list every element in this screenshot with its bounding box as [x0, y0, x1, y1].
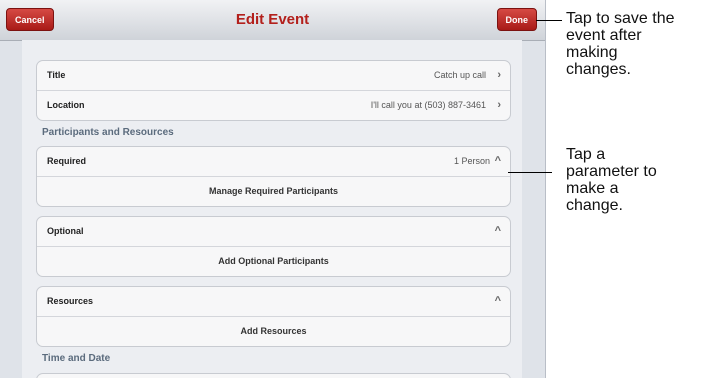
title-value: Catch up call: [433, 70, 486, 80]
callout-line-1: Tap to save the: [566, 10, 675, 27]
chevron-right-icon: ›: [497, 69, 501, 81]
chevron-right-icon: ›: [497, 99, 501, 111]
callout-line-4: changes.: [566, 61, 631, 78]
done-button[interactable]: Done: [496, 8, 537, 31]
chevron-up-icon: ^: [494, 295, 501, 307]
time-date-group: [36, 373, 511, 378]
callout-line-1: Tap a: [566, 146, 606, 163]
navigation-bar: Cancel Edit Event Done: [0, 0, 545, 41]
callout-line-2: event after: [566, 27, 642, 44]
required-count: 1 Person: [453, 156, 490, 166]
done-callout-text: Tap to save the event after making chang…: [566, 10, 675, 78]
page-title: Edit Event: [235, 11, 310, 28]
optional-group: Optional ^ Add Optional Participants: [36, 216, 511, 277]
section-header-time-date: Time and Date: [42, 353, 111, 364]
chevron-up-icon: ^: [494, 225, 501, 237]
optional-label: Optional: [47, 226, 84, 236]
location-row[interactable]: Location I'll call you at (503) 887-3461…: [37, 90, 510, 120]
chevron-up-icon: ^: [494, 155, 501, 167]
optional-row[interactable]: Optional ^: [37, 217, 510, 246]
parameter-callout-text: Tap a parameter to make a change.: [566, 146, 657, 214]
ipad-screen: Cancel Edit Event Done Title Catch up ca…: [0, 0, 546, 378]
parameter-callout-line: [508, 172, 552, 173]
callout-line-3: make a: [566, 180, 619, 197]
event-details-group: Title Catch up call › Location I'll call…: [36, 60, 511, 121]
done-callout-line: [536, 20, 562, 21]
resources-group: Resources ^ Add Resources: [36, 286, 511, 347]
section-header-participants: Participants and Resources: [42, 127, 174, 138]
event-form: Title Catch up call › Location I'll call…: [22, 40, 522, 378]
resources-label: Resources: [47, 296, 94, 306]
resources-row[interactable]: Resources ^: [37, 287, 510, 316]
add-resources-button[interactable]: Add Resources: [37, 316, 510, 346]
callout-line-4: change.: [566, 197, 623, 214]
required-group: Required 1 Person ^ Manage Required Part…: [36, 146, 511, 207]
title-label: Title: [47, 70, 66, 80]
add-optional-participants-button[interactable]: Add Optional Participants: [37, 246, 510, 276]
title-row[interactable]: Title Catch up call ›: [37, 61, 510, 90]
required-row[interactable]: Required 1 Person ^: [37, 147, 510, 176]
callout-line-2: parameter to: [566, 163, 657, 180]
location-label: Location: [47, 100, 85, 110]
location-value: I'll call you at (503) 887-3461: [370, 100, 486, 110]
required-label: Required: [47, 156, 87, 166]
manage-required-participants-button[interactable]: Manage Required Participants: [37, 176, 510, 206]
callout-line-3: making: [566, 44, 618, 61]
